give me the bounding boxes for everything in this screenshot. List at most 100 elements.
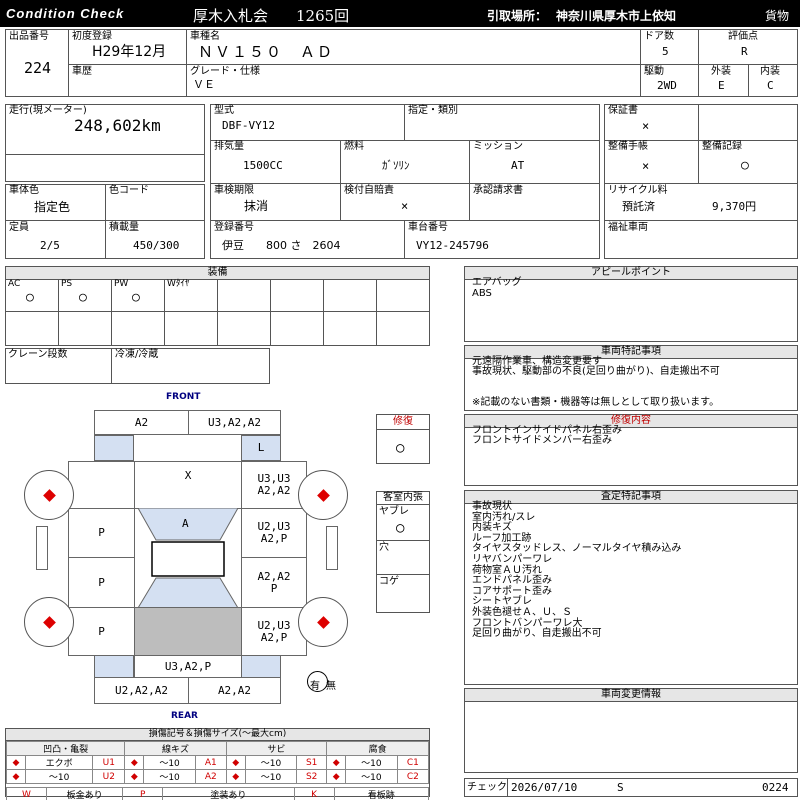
legend-group: 線キズ [124, 741, 227, 756]
inspection-note-line: 足回り曲がり、自走搬出不可 [472, 628, 602, 640]
headlight-left [94, 435, 134, 461]
vehicle-note-line: 事故現状、駆動部の不良(足回り曲がり)、自走搬出不可 [472, 366, 720, 377]
vehicle-name: ＮＶ１５０ ＡＤ [198, 43, 335, 61]
legend-key-code: P [122, 787, 164, 800]
legend-title: 損傷記号＆損傷サイズ(～最大cm) [6, 729, 429, 741]
legend-cell: C1 [396, 755, 430, 770]
exterior-value: E [718, 79, 725, 92]
equip-ac-mark: ○ [26, 290, 34, 305]
legend-cell: ～10 [244, 769, 298, 784]
drive-value: 2WD [657, 79, 677, 92]
spare-tire-no: 無 [326, 681, 336, 692]
header-bar: Condition Check 厚木入札会 1265回 引取場所： 神奈川県厚木… [0, 0, 800, 27]
legend-cell: A2 [194, 769, 227, 784]
fuel-label: 燃料 [344, 141, 364, 152]
insurance-label: 検付自賠責 [344, 185, 394, 196]
legend-cell: ～10 [143, 755, 196, 770]
door-right-rear: A2,A2 P [241, 557, 307, 608]
exterior-label: 外装 [711, 66, 731, 77]
taillight-left [94, 655, 134, 678]
chassis-label: 車台番号 [408, 222, 448, 233]
pickup-label: 引取場所： [487, 9, 548, 23]
legend-cell: ◆ [124, 755, 145, 770]
rear-bumper-left: U2,A2,A2 [94, 677, 189, 704]
fender-right: U3,U3 A2,A2 [241, 461, 307, 509]
condition-check-title: Condition Check [6, 6, 125, 21]
legend-cell: A1 [194, 755, 227, 770]
legend-cell: ～10 [345, 769, 398, 784]
name-label: 車種名 [190, 31, 220, 42]
insurance-value: × [401, 199, 409, 213]
doors-label: ドア数 [644, 31, 674, 42]
inspection-note-line: 事故現状 [472, 501, 512, 512]
appeal-line: エアバッグ [472, 277, 522, 288]
displacement-label: 排気量 [214, 141, 244, 152]
legend-cell: ◆ [5, 755, 27, 770]
legend-table: 凹凸・亀裂 線キズ サビ 腐食 ◆ エクボ U1 ◆ ～10 A1 ◆ ～10 S1 ◆ ～10 C1 ◆ ～10… [5, 741, 430, 784]
legend-cell: ◆ [326, 769, 347, 784]
check-number: 0224 [762, 781, 789, 794]
approval-label: 承認請求書 [473, 185, 523, 196]
taillight-right [241, 655, 281, 678]
appeal-line: ABS [472, 288, 492, 299]
legend-key-code: K [293, 787, 335, 800]
reg-no-value: 伊豆 800 さ 2604 [222, 239, 341, 252]
legend-group: サビ [225, 741, 328, 756]
legend-key-text: 看板跡 [333, 787, 430, 800]
tire-rear-left [24, 597, 74, 647]
check-label: チェック [467, 782, 507, 793]
check-mark: S [617, 781, 624, 794]
interior-label: 内装 [760, 66, 780, 77]
legend-key-text: 塗装あり [162, 787, 295, 800]
equip-pw-label: PW [114, 279, 129, 289]
door-left-front: P [68, 508, 135, 558]
history-label: 車歴 [72, 66, 92, 77]
vehicle-id-block [5, 29, 798, 97]
designation-label: 指定・類別 [408, 105, 458, 116]
warranty-block [604, 104, 798, 259]
legend-key-code: W [6, 787, 47, 800]
first-reg-label: 初度登録 [72, 31, 112, 42]
drive-label: 駆動 [644, 66, 664, 77]
rating-label: 評価点 [728, 31, 758, 42]
grade-value: ＶＥ [193, 78, 215, 91]
interior-value: C [767, 79, 774, 92]
legend-cell: ◆ [124, 769, 145, 784]
legend-cell: U1 [92, 755, 126, 770]
legend-cell: ～10 [143, 769, 196, 784]
quarter-left: P [68, 607, 135, 656]
manual-label: 整備手帳 [608, 141, 648, 152]
fuel-value: ｶﾞｿﾘﾝ [382, 159, 410, 172]
legend-cell: ◆ [225, 755, 246, 770]
front-bumper-left: A2 [94, 410, 189, 435]
mileage-value: 248,602km [74, 116, 161, 135]
legend-cell: ◆ [326, 755, 347, 770]
maintenance-value: ○ [741, 158, 749, 173]
check-date: 2026/07/10 [511, 781, 578, 794]
rear-bumper-right: A2,A2 [188, 677, 281, 704]
equip-ps-label: PS [61, 279, 73, 289]
displacement-value: 1500CC [243, 159, 283, 172]
mirror-right [326, 526, 338, 570]
load-value: 450/300 [133, 239, 180, 252]
auction-session: 1265回 [296, 7, 350, 25]
model-value: DBF-VY12 [222, 119, 275, 132]
back-door: U3,A2,P [134, 655, 242, 678]
repair-flag-mark: ○ [396, 440, 405, 456]
cabin-tear-mark: ○ [396, 520, 405, 536]
fender-left [68, 461, 135, 509]
inspection-label: 車検期限 [214, 185, 254, 196]
legend-keys: W板金ありP塗装ありK看板跡X交換跡Gガラス交換要すLレンズ割れ [6, 787, 430, 800]
door-right-front: U2,U3 A2,P [241, 508, 307, 558]
color-value: 指定色 [34, 200, 71, 214]
recycle-label: リサイクル料 [608, 185, 668, 196]
legend-group: 腐食 [326, 741, 429, 756]
cabin-burn-label: コゲ [379, 576, 399, 587]
color-label: 車体色 [9, 185, 39, 196]
equip-wtire-label: Wﾀｲﾔ [167, 279, 190, 289]
reg-no-label: 登録番号 [214, 222, 254, 233]
equip-ps-mark: ○ [79, 290, 87, 305]
color-code-label: 色コード [109, 185, 149, 196]
doors-value: 5 [662, 45, 669, 58]
tire-rear-right [298, 597, 348, 647]
